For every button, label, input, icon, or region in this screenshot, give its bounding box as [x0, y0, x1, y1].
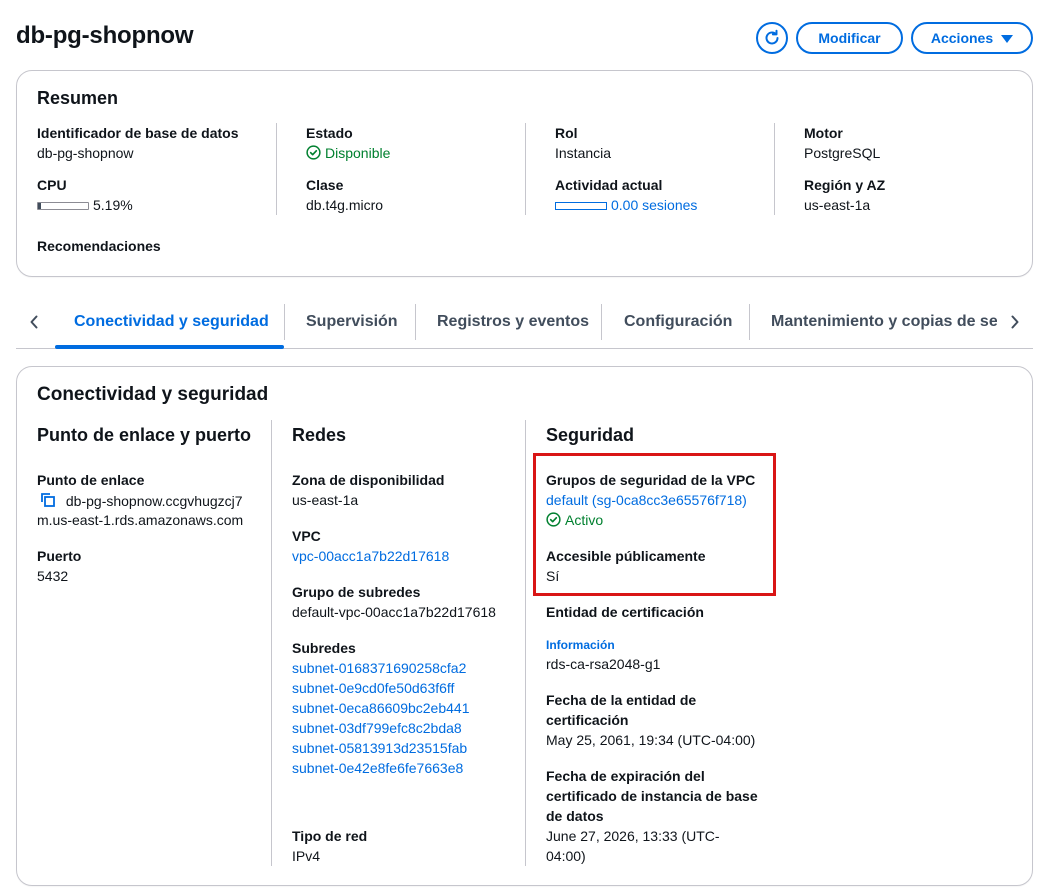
summary-heading: Resumen	[37, 88, 119, 108]
security-group-status: Activo	[546, 512, 603, 528]
security-group-link[interactable]: default (sg-0ca8cc3e65576f718)	[546, 492, 747, 508]
activity-label: Actividad actual	[555, 177, 663, 193]
refresh-icon	[765, 29, 779, 45]
ca-label: Entidad de certificación	[546, 604, 704, 620]
port-label: Puerto	[37, 548, 82, 564]
cpu-meter: 5.19%	[37, 197, 133, 213]
column-divider	[774, 123, 775, 215]
public-access-value: Sí	[546, 568, 560, 584]
cpu-label: CPU	[37, 177, 67, 193]
refresh-button[interactable]	[756, 22, 788, 54]
ca-date-label: Fecha de la entidad de	[546, 692, 697, 708]
tab-divider	[415, 304, 416, 340]
security-groups-label: Grupos de seguridad de la VPC	[546, 472, 756, 488]
state-label: Estado	[306, 125, 353, 141]
ca-date-value: May 25, 2061, 19:34 (UTC-04:00)	[546, 732, 756, 748]
tabs-scroll-left-button[interactable]	[24, 312, 44, 332]
db-id-label: Identificador de base de datos	[37, 125, 239, 141]
column-divider	[525, 123, 526, 215]
network-section-heading: Redes	[292, 425, 347, 445]
chevron-left-icon	[30, 315, 38, 329]
security-group-status-text: Activo	[565, 512, 604, 528]
check-circle-icon	[306, 145, 321, 160]
endpoint-label: Punto de enlace	[37, 472, 145, 488]
network-type-value: IPv4	[292, 848, 321, 864]
cert-expiry-label: certificado de instancia de base	[546, 788, 758, 804]
subnet-link[interactable]: subnet-05813913d23515fab	[292, 740, 467, 756]
subnet-link[interactable]: subnet-0e9cd0fe50d63f6ff	[292, 680, 454, 696]
cert-expiry-value: June 27, 2026, 13:33 (UTC-	[546, 828, 720, 844]
column-divider	[276, 123, 277, 215]
chevron-right-icon	[1011, 315, 1019, 329]
class-value: db.t4g.micro	[306, 197, 384, 213]
recommendations-label: Recomendaciones	[37, 238, 161, 254]
role-value: Instancia	[555, 145, 612, 161]
copy-icon[interactable]	[40, 492, 56, 508]
activity-bar	[555, 202, 607, 210]
tabs-scroll-right-button[interactable]	[1005, 312, 1025, 332]
endpoint-section-heading: Punto de enlace y puerto	[37, 425, 252, 445]
endpoint-value-line1: db-pg-shopnow.ccgvhugzcj7	[40, 492, 243, 509]
activity-value: 0.00 sesiones	[611, 197, 698, 213]
vpc-link[interactable]: vpc-00acc1a7b22d17618	[292, 548, 449, 564]
endpoint-text-1: db-pg-shopnow.ccgvhugzcj7	[65, 493, 243, 509]
public-access-label: Accesible públicamente	[546, 548, 706, 564]
actions-button[interactable]: Acciones	[911, 22, 1033, 54]
connectivity-heading: Conectividad y seguridad	[37, 384, 269, 405]
actions-button-label: Acciones	[930, 30, 994, 46]
db-id-value: db-pg-shopnow	[37, 145, 134, 161]
region-value: us-east-1a	[804, 197, 871, 213]
cert-expiry-value: 04:00)	[546, 848, 586, 864]
tab-monitoring[interactable]: Supervisión	[306, 302, 398, 342]
ca-date-label: certificación	[546, 712, 629, 728]
subnet-link[interactable]: subnet-03df799efc8c2bda8	[292, 720, 462, 736]
info-link[interactable]: Información	[546, 638, 615, 652]
class-label: Clase	[306, 177, 344, 193]
engine-value: PostgreSQL	[804, 145, 881, 161]
tab-divider	[749, 304, 750, 340]
subnet-group-label: Grupo de subredes	[292, 584, 421, 600]
port-value: 5432	[37, 568, 69, 584]
subnets-label: Subredes	[292, 640, 356, 656]
cert-expiry-label: de datos	[546, 808, 604, 824]
activity-link[interactable]: 0.00 sesiones	[555, 197, 697, 213]
cpu-bar	[37, 202, 89, 210]
tab-bar: Conectividad y seguridad Supervisión Reg…	[16, 302, 1033, 349]
region-label: Región y AZ	[804, 177, 886, 193]
subnet-link[interactable]: subnet-0168371690258cfa2	[292, 660, 466, 676]
ca-value: rds-ca-rsa2048-g1	[546, 656, 661, 672]
state-status: Disponible	[306, 145, 390, 161]
tab-divider	[601, 304, 602, 340]
cpu-value: 5.19%	[93, 197, 133, 213]
cpu-bar-fill	[38, 203, 41, 209]
subnet-link[interactable]: subnet-0e42e8fe6fe7663e8	[292, 760, 463, 776]
column-divider	[271, 420, 272, 866]
check-circle-icon	[546, 512, 561, 527]
vpc-label: VPC	[292, 528, 321, 544]
caret-down-icon	[1001, 35, 1014, 43]
security-section-heading: Seguridad	[546, 425, 635, 445]
role-label: Rol	[555, 125, 578, 141]
tab-maintenance[interactable]: Mantenimiento y copias de seg	[771, 302, 997, 342]
az-label: Zona de disponibilidad	[292, 472, 445, 488]
subnet-link[interactable]: subnet-0eca86609bc2eb441	[292, 700, 470, 716]
column-divider	[525, 420, 526, 866]
tab-connectivity[interactable]: Conectividad y seguridad	[74, 302, 269, 342]
network-type-label: Tipo de red	[292, 828, 368, 844]
subnet-group-value: default-vpc-00acc1a7b22d17618	[292, 604, 496, 620]
tab-configuration[interactable]: Configuración	[624, 302, 732, 342]
az-value: us-east-1a	[292, 492, 359, 508]
modify-button[interactable]: Modificar	[796, 22, 903, 54]
page-title: db-pg-shopnow	[16, 22, 194, 49]
tab-divider	[284, 304, 285, 340]
engine-label: Motor	[804, 125, 843, 141]
active-tab-indicator	[55, 345, 284, 349]
tab-logs-events[interactable]: Registros y eventos	[437, 302, 589, 342]
endpoint-value-line2: m.us-east-1.rds.amazonaws.com	[37, 512, 244, 528]
cert-expiry-label: Fecha de expiración del	[546, 768, 705, 784]
state-value: Disponible	[325, 145, 391, 161]
